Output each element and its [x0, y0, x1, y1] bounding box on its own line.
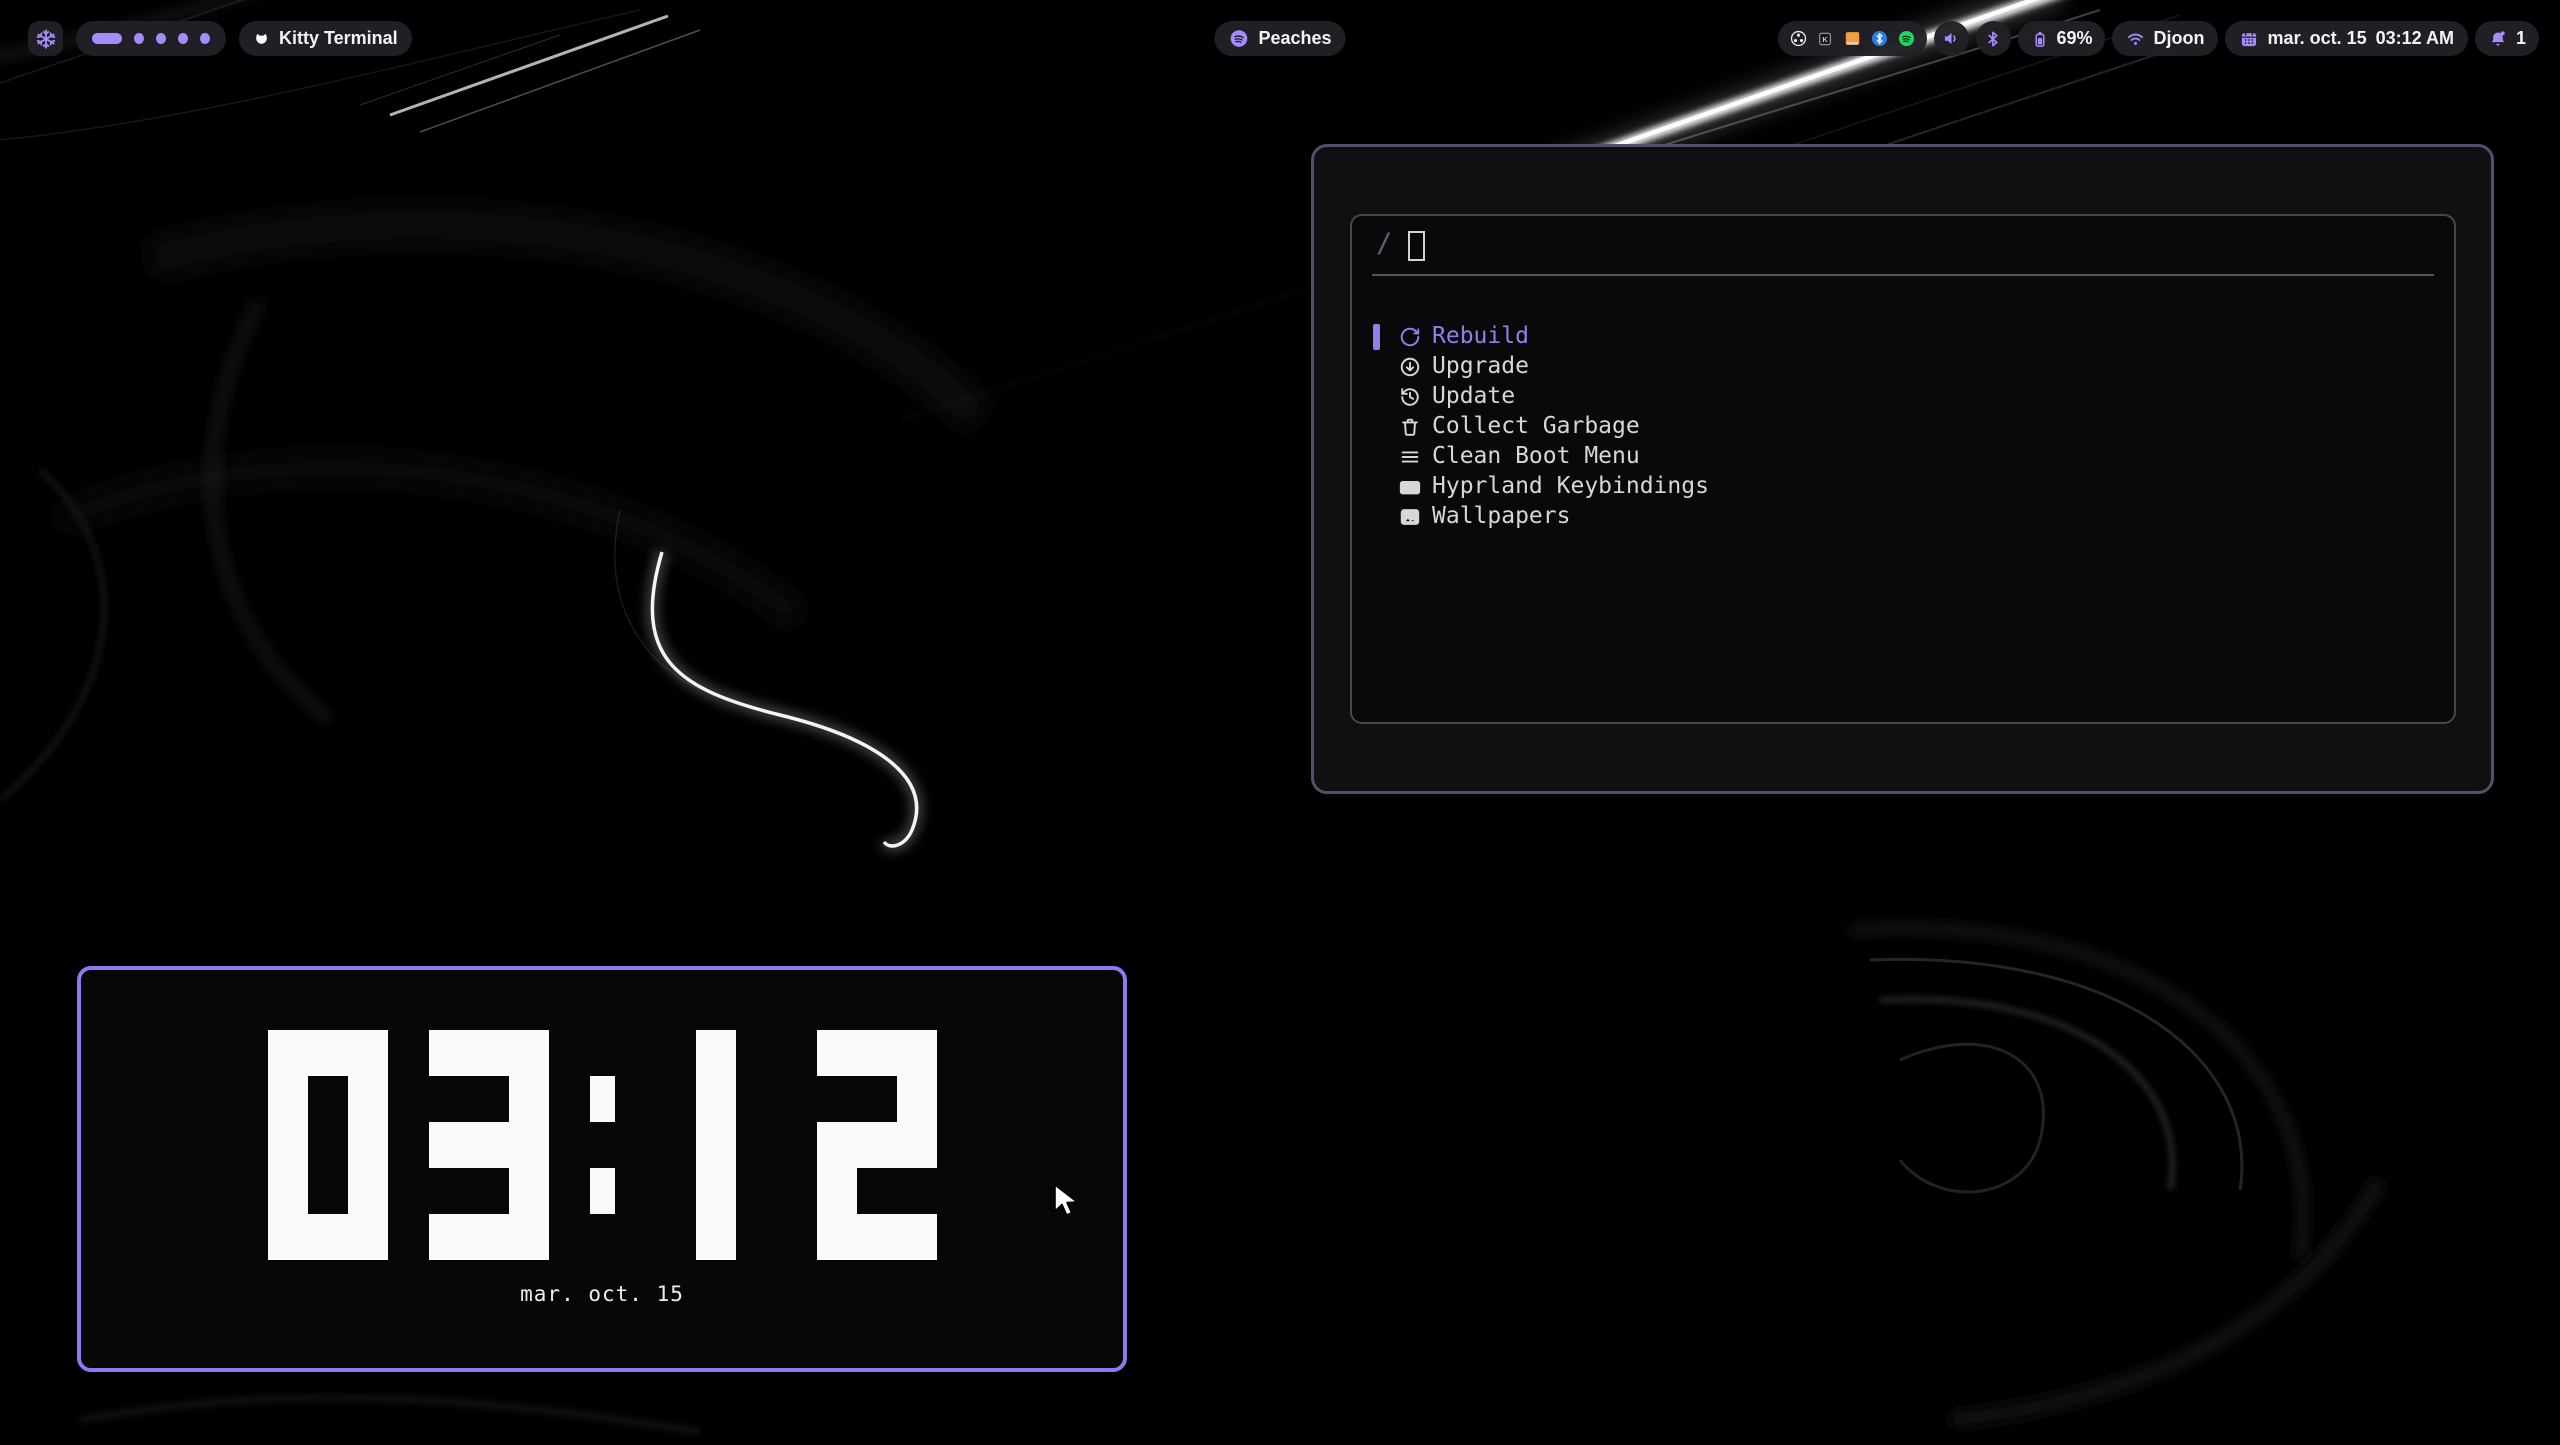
history-icon — [1399, 386, 1421, 408]
datetime-pill[interactable]: mar. oct. 15 03:12 AM — [2225, 21, 2468, 56]
launcher-window: / Rebuild Upgrade Update Collect Garbage Cle… — [1350, 214, 2456, 724]
separator — [1372, 274, 2434, 276]
clock-digit — [656, 1030, 776, 1260]
launcher-item[interactable]: Wallpapers — [1352, 502, 2454, 532]
menu-icon — [1399, 446, 1421, 468]
launcher-list: Rebuild Upgrade Update Collect Garbage Clean… — [1352, 322, 2454, 532]
topbar-center: Peaches — [1214, 21, 1345, 56]
nix-menu-button[interactable] — [28, 21, 63, 56]
calendar-icon — [2239, 29, 2259, 49]
launcher-item[interactable]: Upgrade — [1352, 352, 2454, 382]
topbar-left: Kitty Terminal — [28, 21, 412, 56]
selection-indicator — [1373, 504, 1380, 530]
launcher-panel: / Rebuild Upgrade Update Collect Garbage Cle… — [1311, 144, 2494, 794]
selection-indicator — [1373, 324, 1380, 350]
topbar-right: K 69% — [1778, 21, 2539, 56]
launcher-item[interactable]: Collect Garbage — [1352, 412, 2454, 442]
battery-pill[interactable]: 69% — [2018, 21, 2105, 56]
active-window-pill[interactable]: Kitty Terminal — [239, 21, 412, 56]
clock-time-display — [81, 1030, 1123, 1260]
selection-indicator — [1373, 474, 1380, 500]
notifications-pill[interactable]: 1 — [2475, 21, 2539, 56]
time-text: 03:12 AM — [2376, 28, 2454, 49]
selection-indicator — [1373, 414, 1380, 440]
selection-indicator — [1373, 444, 1380, 470]
svg-text:K: K — [1822, 34, 1828, 43]
nixos-logo-icon — [35, 28, 57, 50]
kitty-cat-icon — [253, 30, 270, 47]
circle-arrow-down-icon — [1399, 356, 1421, 378]
launcher-item-label: Upgrade — [1432, 353, 1529, 379]
notification-count: 1 — [2516, 28, 2526, 49]
battery-icon — [2030, 29, 2050, 49]
workspace-dot[interactable] — [156, 33, 166, 44]
clock-digit — [817, 1030, 937, 1260]
clock-digit — [268, 1030, 388, 1260]
media-pill[interactable]: Peaches — [1214, 21, 1345, 56]
launcher-item[interactable]: Update — [1352, 382, 2454, 412]
clock-widget: mar. oct. 15 — [77, 966, 1127, 1372]
bell-icon — [2488, 29, 2508, 49]
trash-icon — [1399, 416, 1421, 438]
launcher-item[interactable]: Hyprland Keybindings — [1352, 472, 2454, 502]
launcher-item-label: Clean Boot Menu — [1432, 443, 1640, 469]
clock-colon — [590, 1030, 615, 1260]
speaker-icon — [1941, 28, 1962, 49]
launcher-item-label: Collect Garbage — [1432, 413, 1640, 439]
spotify-icon — [1228, 28, 1249, 49]
launcher-item-label: Rebuild — [1432, 323, 1529, 349]
bluetooth-tray-icon[interactable] — [1869, 28, 1890, 49]
battery-percent: 69% — [2057, 28, 2093, 49]
bluetooth-icon — [1983, 29, 2003, 49]
media-title: Peaches — [1258, 28, 1331, 49]
obs-tray-icon[interactable] — [1788, 28, 1809, 49]
active-window-title: Kitty Terminal — [279, 28, 398, 49]
text-cursor — [1408, 231, 1425, 261]
launcher-item[interactable]: Rebuild — [1352, 322, 2454, 352]
launcher-item-label: Hyprland Keybindings — [1432, 473, 1709, 499]
mouse-cursor — [1052, 1183, 1080, 1226]
wifi-icon — [2125, 28, 2146, 49]
workspaces-pill[interactable] — [76, 21, 226, 56]
network-ssid: Djoon — [2154, 28, 2205, 49]
image-icon — [1399, 506, 1421, 528]
date-text: mar. oct. 15 — [2268, 28, 2367, 49]
keepass-tray-icon[interactable]: K — [1815, 28, 1836, 49]
launcher-item-label: Update — [1432, 383, 1515, 409]
bluetooth-button[interactable] — [1976, 21, 2011, 56]
spotify-tray-icon[interactable] — [1896, 28, 1917, 49]
system-tray: K — [1778, 21, 1927, 56]
workspace-dot[interactable] — [200, 33, 210, 44]
workspace-dot[interactable] — [178, 33, 188, 44]
rotate-cw-icon — [1399, 326, 1421, 348]
workspace-dot[interactable] — [134, 33, 144, 44]
workspace-active[interactable] — [92, 33, 122, 44]
clock-date: mar. oct. 15 — [81, 1282, 1123, 1306]
selection-indicator — [1373, 354, 1380, 380]
clock-digit — [429, 1030, 549, 1260]
volume-button[interactable] — [1934, 21, 1969, 56]
keyboard-icon — [1399, 476, 1421, 498]
selection-indicator — [1373, 384, 1380, 410]
search-prompt: / — [1376, 228, 1392, 259]
network-pill[interactable]: Djoon — [2112, 21, 2218, 56]
files-tray-icon[interactable] — [1842, 28, 1863, 49]
launcher-item-label: Wallpapers — [1432, 503, 1570, 529]
launcher-item[interactable]: Clean Boot Menu — [1352, 442, 2454, 472]
